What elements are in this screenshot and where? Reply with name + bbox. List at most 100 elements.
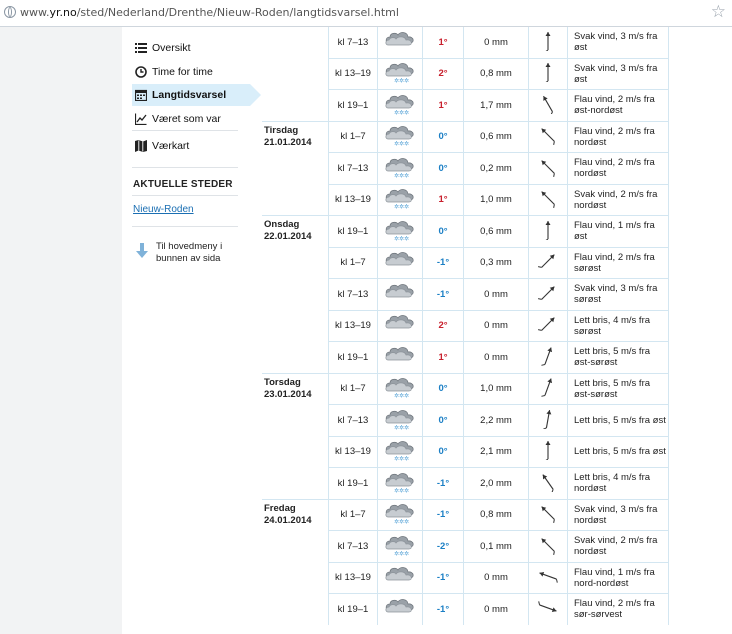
wind-description: Flau vind, 2 m/s fra sør-sørvest [567,593,669,625]
wind-direction-cell [528,498,568,531]
time-period: kl 19–1 [328,341,378,374]
time-period: kl 13–19 [328,184,378,216]
precipitation: 0,3 mm [463,247,529,279]
wind-direction-cell [528,120,568,153]
weather-symbol-cell: ✲✲✲ [377,530,423,563]
precipitation: 2,0 mm [463,467,529,500]
svg-text:✲✲✲: ✲✲✲ [394,393,409,399]
forecast-row: Onsdag 22.01.2014 kl 19–1 ✲✲✲ 0° 0,6 mm Flau v… [262,215,669,373]
snow-cloud-icon: ✲✲✲ [385,157,414,178]
precipitation: 0,8 mm [463,58,529,90]
sidebar-item-oversikt[interactable]: Oversikt [132,37,260,59]
sidebar-item-time-for-time[interactable]: Time for time [132,61,260,83]
day-name: Torsdag [264,376,301,388]
weather-symbol-cell [377,341,423,374]
precipitation: 1,0 mm [463,372,529,405]
sidebar-item-vaerkart[interactable]: Værkart [132,135,260,157]
temperature: -1° [422,498,464,531]
weather-symbol-cell: ✲✲✲ [377,436,423,468]
cloud-icon [385,598,414,613]
snow-cloud-icon: ✲✲✲ [385,63,414,84]
sidebar-item-vaeret-som-var[interactable]: Været som var [132,108,260,130]
precipitation: 0 mm [463,27,529,59]
time-period: kl 19–1 [328,215,378,248]
page-gutter [0,27,122,634]
wind-arrow-icon [542,409,552,429]
time-period: kl 13–19 [328,310,378,342]
globe-icon [4,6,16,18]
wind-direction-cell [528,530,568,563]
wind-direction-cell [528,562,568,594]
svg-text:✲✲✲: ✲✲✲ [394,141,409,147]
wind-description: Lett bris, 5 m/s fra øst [567,404,669,437]
wind-arrow-icon [541,378,553,398]
temperature: 2° [422,58,464,90]
wind-direction-cell [528,310,568,342]
time-period: kl 7–13 [328,152,378,185]
forecast-row: Fredag 24.01.2014 kl 1–7 ✲✲✲ -1° 0,8 mm Svak v… [262,498,669,625]
wind-arrow-icon [542,474,554,492]
wind-description: Flau vind, 1 m/s fra nord-nordøst [567,562,669,594]
snow-cloud-icon: ✲✲✲ [385,94,414,115]
temperature: 2° [422,310,464,342]
svg-text:✲✲✲: ✲✲✲ [394,78,409,84]
sidebar-item-label: Oversikt [152,42,191,54]
weather-symbol-cell: ✲✲✲ [377,58,423,90]
wind-direction-cell [528,467,568,500]
time-period: kl 1–7 [328,372,378,405]
time-period: kl 19–1 [328,593,378,625]
temperature: -1° [422,278,464,311]
wind-direction-cell [528,58,568,90]
wind-direction-cell [528,247,568,279]
wind-description: Svak vind, 2 m/s fra nordøst [567,530,669,563]
snow-cloud-icon: ✲✲✲ [385,189,414,209]
svg-text:✲✲✲: ✲✲✲ [394,519,409,525]
wind-arrow-icon [544,31,551,51]
wind-arrow-icon [541,506,555,524]
arrow-down-icon [136,243,148,258]
wind-direction-cell [528,278,568,311]
svg-text:✲✲✲: ✲✲✲ [394,172,409,178]
weather-symbol-cell: ✲✲✲ [377,215,423,248]
sidebar-item-label: Langtidsvarsel [152,89,227,101]
weather-symbol-cell: ✲✲✲ [377,152,423,185]
main-menu-link-text: Til hovedmeny i bunnen av sida [156,241,223,264]
temperature: 1° [422,184,464,216]
sidebar-item-label: Værkart [152,140,190,152]
wind-direction-cell [528,152,568,185]
wind-arrow-icon [544,220,551,240]
temperature: 0° [422,436,464,468]
current-places-heading: AKTUELLE STEDER [133,179,233,190]
temperature: 0° [422,404,464,437]
wind-description: Flau vind, 2 m/s fra nordøst [567,120,669,153]
svg-text:✲✲✲: ✲✲✲ [394,109,409,115]
day-cell: Fredag 24.01.2014 [262,498,329,625]
current-place-link[interactable]: Nieuw-Roden [133,204,194,215]
sidebar-item-langtidsvarsel[interactable]: Langtidsvarsel [132,84,261,106]
time-period: kl 1–7 [328,498,378,531]
temperature: -1° [422,247,464,279]
url-text[interactable]: www.yr.no/sted/Nederland/Drenthe/Nieuw-R… [20,6,399,19]
svg-text:✲✲✲: ✲✲✲ [394,487,409,493]
url-prefix: www. [20,6,50,19]
wind-arrow-icon [543,95,553,114]
wind-description: Flau vind, 2 m/s fra nordøst [567,152,669,185]
weather-symbol-cell: ✲✲✲ [377,404,423,437]
sidebar-divider [132,226,238,227]
sidebar-divider [132,130,238,131]
list-icon [135,43,147,53]
main-menu-link[interactable]: Til hovedmeny i bunnen av sida [136,241,236,265]
sidebar-divider [132,195,238,196]
weather-symbol-cell [377,310,423,342]
wind-description: Flau vind, 1 m/s fra øst [567,215,669,248]
wind-direction-cell [528,184,568,216]
browser-address-bar[interactable]: www.yr.no/sted/Nederland/Drenthe/Nieuw-R… [0,0,732,27]
bookmark-star-icon[interactable]: ☆ [711,2,726,22]
snow-cloud-icon: ✲✲✲ [385,126,414,147]
day-cell: Onsdag 22.01.2014 [262,215,329,373]
wind-arrow-icon [541,347,553,366]
cloud-icon [385,252,414,266]
cloud-icon [385,283,414,298]
precipitation: 0,6 mm [463,215,529,248]
day-cell: Torsdag 23.01.2014 [262,372,329,499]
